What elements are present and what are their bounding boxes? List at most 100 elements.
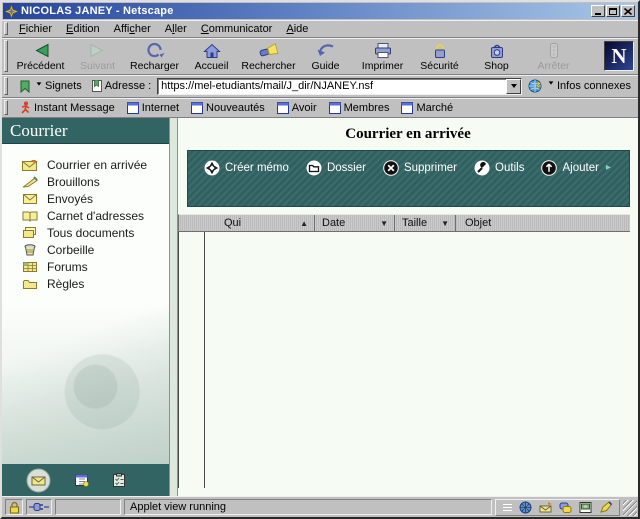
mailbox-icon[interactable] xyxy=(539,501,552,514)
search-button[interactable]: Rechercher xyxy=(240,40,297,73)
sidebar-item-drafts[interactable]: Brouillons xyxy=(22,173,169,190)
bookmarks-button[interactable]: Signets xyxy=(14,79,86,94)
security-button[interactable]: Sécurité xyxy=(411,40,468,73)
toolbar-grip[interactable] xyxy=(4,40,8,72)
personal-toolbar: Instant Message Internet Nouveautés Avoi… xyxy=(2,98,638,118)
mail-table-header: Qui ▲ Date ▼ Taille ▼ Objet xyxy=(178,214,630,232)
mail-action-toolbar: Créer mémo Dossier Supprimer Outils Ajou… xyxy=(187,150,630,207)
toolbar-grip[interactable] xyxy=(4,77,8,95)
component-bar-grip[interactable] xyxy=(503,504,512,511)
shop-button[interactable]: Shop xyxy=(468,40,525,73)
url-dropdown-button[interactable] xyxy=(506,79,521,94)
home-icon xyxy=(202,42,222,60)
composer-icon[interactable] xyxy=(599,501,612,514)
online-status[interactable] xyxy=(26,499,52,515)
page-proxy-icon-wrap[interactable]: Adresse : xyxy=(88,79,155,93)
progress-meter xyxy=(55,499,121,515)
address-label: Adresse : xyxy=(105,80,151,92)
sidebar-title: Courrier xyxy=(2,118,169,144)
address-bar: Signets Adresse : Infos connexes xyxy=(2,75,638,98)
menu-aller[interactable]: Aller xyxy=(158,22,194,36)
mail-main-view: Courrier en arrivée Créer mémo Dossier S… xyxy=(177,118,638,496)
page-content: Courrier Courrier en arrivée Brouillons … xyxy=(2,118,638,496)
guide-icon xyxy=(316,42,336,60)
calendar-icon[interactable] xyxy=(75,473,89,487)
print-button[interactable]: Imprimer xyxy=(354,40,411,73)
column-header-date[interactable]: Date ▼ xyxy=(315,215,395,231)
security-status[interactable] xyxy=(5,499,23,515)
minimize-button[interactable] xyxy=(591,5,605,17)
toolbar-grip[interactable] xyxy=(4,100,8,115)
membres-button[interactable]: Membres xyxy=(325,101,394,115)
address-book-icon xyxy=(22,210,38,222)
column-header-qui[interactable]: Qui ▲ xyxy=(179,215,315,231)
address-book-icon[interactable] xyxy=(579,501,592,514)
sidebar-item-trash[interactable]: Corbeille xyxy=(22,241,169,258)
bookmark-icon xyxy=(18,80,32,93)
nouveautes-button[interactable]: Nouveautés xyxy=(187,101,269,115)
webpage-icon xyxy=(329,102,341,114)
maximize-button[interactable] xyxy=(606,5,620,17)
instant-message-button[interactable]: Instant Message xyxy=(16,100,119,115)
submenu-arrow-icon: ▸ xyxy=(606,160,611,176)
component-bar xyxy=(495,499,620,516)
maximize-icon xyxy=(609,8,617,15)
shop-icon xyxy=(487,42,507,60)
padlock-icon xyxy=(9,501,20,514)
title-bar[interactable]: NICOLAS JANEY - Netscape xyxy=(3,3,637,19)
address-input[interactable] xyxy=(158,80,506,92)
guide-button[interactable]: Guide xyxy=(297,40,354,73)
sort-desc-icon[interactable]: ▼ xyxy=(380,219,388,228)
internet-button[interactable]: Internet xyxy=(123,101,183,115)
menu-fichier[interactable]: Fichier xyxy=(12,22,59,36)
delete-button[interactable]: Supprimer xyxy=(383,160,457,178)
avoir-button[interactable]: Avoir xyxy=(273,101,321,115)
mail-list-area[interactable] xyxy=(178,232,630,488)
folder-button[interactable]: Dossier xyxy=(306,160,366,178)
mail-circle-icon[interactable] xyxy=(26,468,51,493)
related-info-button[interactable]: Infos connexes xyxy=(524,78,635,94)
sidebar-item-address-book[interactable]: Carnet d'adresses xyxy=(22,207,169,224)
webpage-icon xyxy=(401,102,413,114)
discussions-icon[interactable] xyxy=(559,501,572,514)
back-button[interactable]: Précédent xyxy=(12,40,69,73)
mail-sidebar: Courrier Courrier en arrivée Brouillons … xyxy=(2,118,170,496)
column-header-objet[interactable]: Objet xyxy=(456,215,630,231)
sidebar-item-inbox[interactable]: Courrier en arrivée xyxy=(22,156,169,173)
print-icon xyxy=(373,42,393,60)
column-header-taille[interactable]: Taille ▼ xyxy=(395,215,456,231)
menu-communicator[interactable]: Communicator xyxy=(194,22,280,36)
toolbar-grip[interactable] xyxy=(4,22,8,35)
resize-grip[interactable] xyxy=(623,500,637,516)
tools-button[interactable]: Outils xyxy=(474,160,524,178)
sort-desc-icon[interactable]: ▼ xyxy=(441,219,449,228)
sidebar-item-sent[interactable]: Envoyés xyxy=(22,190,169,207)
forward-button[interactable]: Suivant xyxy=(69,40,126,73)
search-icon xyxy=(259,42,279,60)
reload-icon xyxy=(145,42,165,60)
marche-button[interactable]: Marché xyxy=(397,101,457,115)
window-title: NICOLAS JANEY - Netscape xyxy=(21,5,590,17)
close-button[interactable] xyxy=(621,5,635,17)
navigator-icon[interactable] xyxy=(519,501,532,514)
delete-icon xyxy=(383,160,399,176)
webpage-icon xyxy=(191,102,203,114)
menu-edition[interactable]: Edition xyxy=(59,22,107,36)
sidebar-item-all-documents[interactable]: Tous documents xyxy=(22,224,169,241)
create-memo-icon xyxy=(204,160,220,176)
add-button[interactable]: Ajouter ▸ xyxy=(541,160,610,178)
create-memo-button[interactable]: Créer mémo xyxy=(204,160,289,178)
menu-afficher[interactable]: Afficher xyxy=(107,22,158,36)
menu-aide[interactable]: Aide xyxy=(279,22,315,36)
trash-icon xyxy=(22,244,38,256)
forums-icon xyxy=(22,261,38,273)
folder-list: Courrier en arrivée Brouillons Envoyés C… xyxy=(2,144,169,292)
stop-button[interactable]: Arrêter xyxy=(525,40,582,73)
checklist-icon[interactable] xyxy=(113,473,125,487)
netscape-logo[interactable]: N xyxy=(604,41,634,71)
home-button[interactable]: Accueil xyxy=(183,40,240,73)
sidebar-item-rules[interactable]: Règles xyxy=(22,275,169,292)
sidebar-item-forums[interactable]: Forums xyxy=(22,258,169,275)
reload-button[interactable]: Recharger xyxy=(126,40,183,73)
sort-asc-icon[interactable]: ▲ xyxy=(300,219,308,228)
